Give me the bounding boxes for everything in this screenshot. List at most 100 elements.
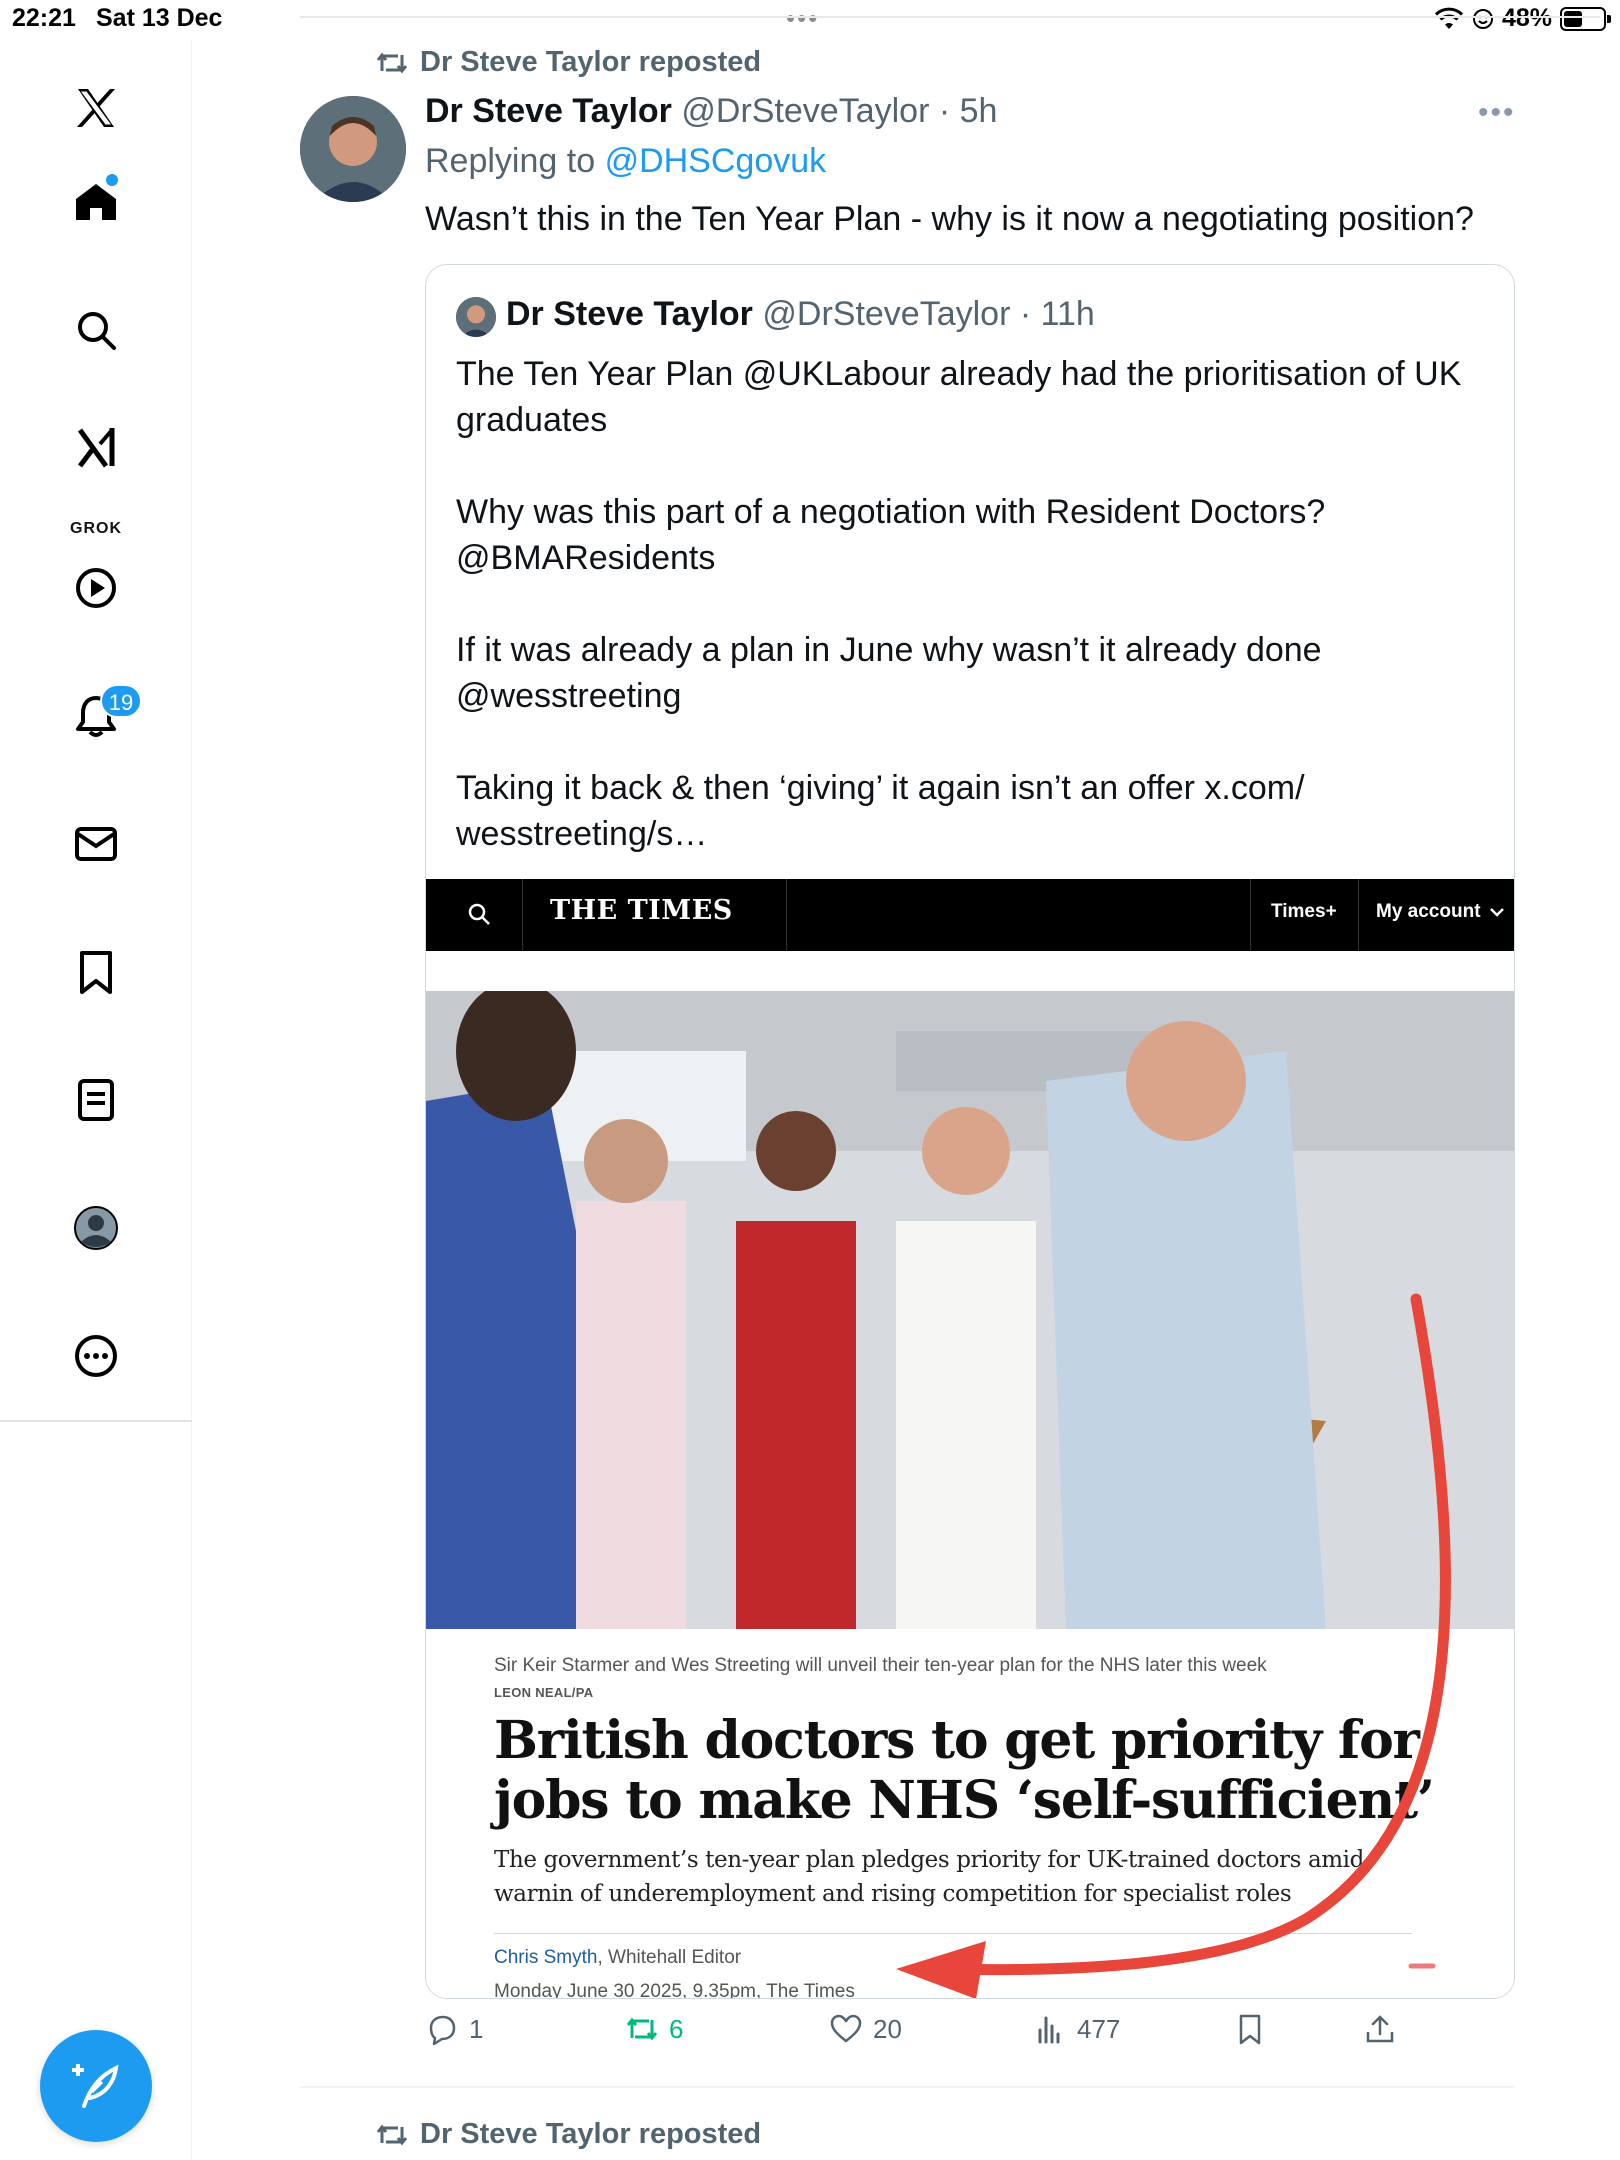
repost-label: Dr Steve Taylor reposted [420, 46, 762, 78]
bookmark-icon [80, 951, 112, 994]
photo-credit: LEON NEAL/PA [494, 1685, 594, 1700]
like-button[interactable]: 20 [829, 2012, 902, 2046]
sidebar-item-search[interactable] [56, 290, 136, 370]
reply-icon [429, 2015, 456, 2046]
views-count: 477 [1077, 2013, 1121, 2044]
repost-icon [376, 2124, 408, 2145]
repost-context[interactable]: Dr Steve Taylor reposted [376, 46, 761, 79]
tweet-actions: 1 6 20 477 [425, 2012, 1525, 2062]
timeline-divider [300, 2086, 1515, 2088]
header-separator [1358, 879, 1359, 951]
replying-to: Replying to @DHSCgovuk [425, 142, 826, 181]
share-icon [1366, 2015, 1394, 2043]
battery-level-fill [1564, 10, 1582, 27]
byline-role: , Whitehall Editor [597, 1947, 742, 1968]
tweet-time[interactable]: 5h [960, 92, 998, 130]
views-button[interactable]: 477 [1033, 2012, 1120, 2046]
search-icon [468, 903, 490, 925]
quoted-paragraph: Taking it back & then ‘giving’ it again … [456, 769, 1305, 853]
header-separator [786, 879, 787, 951]
share-button[interactable] [1363, 2012, 1397, 2046]
avatar[interactable] [300, 96, 406, 202]
author-handle[interactable]: @DrSteveTaylor [681, 92, 929, 130]
author-name[interactable]: Dr Steve Taylor [425, 92, 672, 130]
tweet-header: Dr Steve Taylor @DrSteveTaylor · 5h [425, 92, 997, 131]
times-logo: THE TIMES [550, 895, 733, 926]
reply-button[interactable]: 1 [425, 2012, 483, 2046]
article-screenshot: THE TIMES Times+ My account Sir Keir Sta… [426, 879, 1514, 1999]
quoted-tweet[interactable]: Dr Steve Taylor @DrSteveTaylor · 11h The… [425, 264, 1515, 1999]
sidebar-item-home[interactable] [56, 162, 136, 242]
lists-icon [78, 1079, 114, 1121]
quoted-paragraph: If it was already a plan in June why was… [456, 631, 1322, 715]
header-separator [522, 879, 523, 951]
replying-prefix: Replying to [425, 142, 596, 180]
notifications-badge: 19 [100, 684, 142, 718]
next-repost-label: Dr Steve Taylor reposted [420, 2118, 762, 2150]
compose-feather-icon [72, 2064, 119, 2108]
status-bar: 22:21 Sat 13 Dec ••• 48% [0, 0, 1620, 40]
article-dateline: Monday June 30 2025, 9.35pm, The Times [494, 1981, 855, 1999]
grok-label: GROK [70, 520, 122, 537]
bookmark-button[interactable] [1233, 2012, 1267, 2046]
sidebar: GROK 19 [0, 40, 192, 2160]
status-time: 22:21 [12, 4, 76, 32]
byline-author: Chris Smyth [494, 1947, 598, 1968]
battery-icon [1560, 6, 1611, 31]
my-account-link: My account [1376, 901, 1505, 923]
article-headline: British doctors to get priority for jobs… [494, 1710, 1435, 1831]
times-plus-link: Times+ [1271, 901, 1337, 922]
photo-caption: Sir Keir Starmer and Wes Streeting will … [494, 1655, 1267, 1676]
compose-post-button[interactable] [40, 2030, 152, 2142]
like-count: 20 [873, 2013, 902, 2044]
quoted-paragraph: The Ten Year Plan @UKLabour already had … [456, 355, 1462, 439]
status-date: Sat 13 Dec [96, 4, 223, 32]
focus-smiley-icon [1472, 8, 1493, 29]
quoted-time: 11h [1040, 295, 1095, 333]
more-options-icon[interactable]: ••• [1478, 96, 1516, 130]
article-byline: Chris Smyth, Whitehall Editor [494, 1947, 741, 1969]
sidebar-item-video[interactable] [56, 548, 136, 628]
sidebar-item-profile[interactable] [56, 1188, 136, 1268]
wifi-icon [1434, 7, 1464, 29]
tweet-text: Wasn’t this in the Ten Year Plan - why i… [425, 200, 1474, 238]
sidebar-item-grok[interactable] [56, 408, 136, 488]
battery-percent: 48% [1501, 4, 1552, 32]
repost-count: 6 [669, 2013, 684, 2044]
header-separator: · [929, 92, 960, 130]
x-logo-icon[interactable] [56, 68, 136, 148]
mail-icon [75, 827, 117, 861]
heart-icon [830, 2014, 862, 2043]
multitasking-dots-icon[interactable]: ••• [786, 5, 819, 31]
repost-icon [626, 2017, 658, 2041]
repost-icon [376, 52, 408, 73]
quoted-separator: · [1010, 295, 1041, 333]
replying-to-link[interactable]: @DHSCgovuk [605, 142, 827, 180]
timeline-divider [300, 16, 1600, 18]
views-chart-icon [1038, 2016, 1060, 2044]
quoted-text: The Ten Year Plan @UKLabour already had … [456, 351, 1486, 857]
profile-icon [74, 1206, 118, 1250]
sidebar-item-lists[interactable] [56, 1060, 136, 1140]
home-unread-dot [106, 174, 118, 186]
quoted-author-handle: @DrSteveTaylor [762, 295, 1011, 333]
sidebar-divider [0, 1420, 192, 1422]
times-header: THE TIMES Times+ My account [426, 879, 1514, 951]
status-indicators: 48% [1434, 4, 1611, 33]
quoted-paragraph: Why was this part of a negotiation with … [456, 493, 1326, 577]
bookmark-icon [1239, 2014, 1261, 2045]
chevron-down-icon [1489, 908, 1504, 917]
more-icon [75, 1335, 117, 1377]
article-divider [494, 1933, 1412, 1934]
repost-button[interactable]: 6 [625, 2012, 683, 2046]
sidebar-item-more[interactable] [56, 1316, 136, 1396]
search-icon [78, 312, 116, 350]
sidebar-item-messages[interactable] [56, 804, 136, 884]
sidebar-item-bookmarks[interactable] [56, 932, 136, 1012]
quoted-header: Dr Steve Taylor @DrSteveTaylor · 11h [506, 295, 1095, 334]
quoted-avatar [456, 297, 496, 337]
next-repost-context[interactable]: Dr Steve Taylor reposted [376, 2118, 761, 2151]
article-photo [426, 991, 1514, 1629]
quoted-author-name: Dr Steve Taylor [506, 295, 753, 333]
grok-icon [77, 428, 115, 468]
